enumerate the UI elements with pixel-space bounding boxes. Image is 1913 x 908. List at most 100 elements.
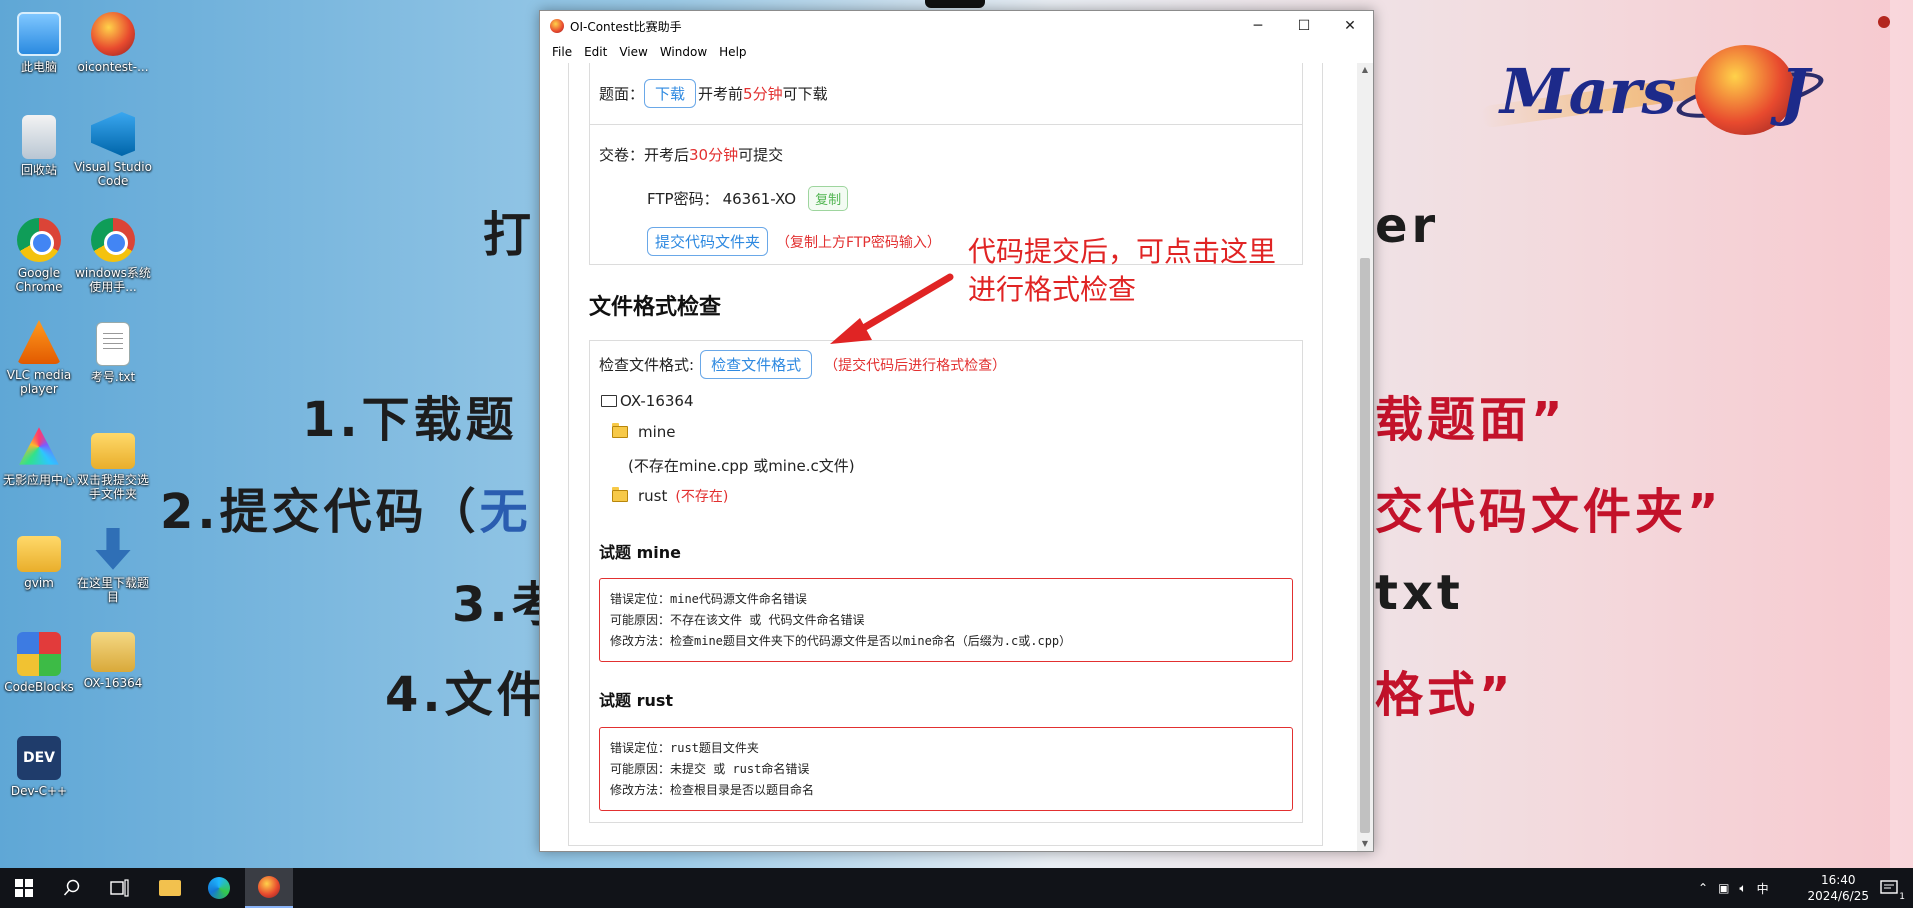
desktop-icon-recycle-bin[interactable]: 回收站 [0,115,78,177]
desktop-icon-label: Dev-C++ [10,784,68,798]
logo-text-j: J [1780,55,1810,128]
desktop-icon-vlc[interactable]: VLC media player [0,320,78,396]
slide-line1-right: er [1375,198,1440,254]
desktop-icon-exam-id-txt[interactable]: 考号.txt [74,322,152,384]
tree-item-mine[interactable]: mine [611,423,676,441]
network-icon[interactable]: ▣ [1718,881,1729,895]
scroll-up-arrow-icon[interactable]: ▲ [1357,63,1373,77]
chrome-icon [17,218,61,262]
codeblocks-icon [17,632,61,676]
folder-outline-icon [600,392,617,407]
scroll-down-arrow-icon[interactable]: ▼ [1357,837,1373,851]
notification-button[interactable]: 1 [1865,868,1913,908]
desktop-icon-download-problems[interactable]: 在这里下载题目 [74,528,152,604]
maximize-button[interactable]: ☐ [1281,11,1327,41]
desktop-icon-ox-folder[interactable]: OX-16364 [74,632,152,690]
window-controls: ─ ☐ ✕ [1235,11,1373,41]
menu-help[interactable]: Help [713,45,752,59]
slide-line4-right: txt [1375,565,1464,621]
download-row: 题面： 下载 开考前 5分钟 可下载 [599,79,828,108]
format-check-label: 检查文件格式: [599,356,695,374]
slide-line3-left: 2.提交代码（无 [160,484,532,540]
submit-folder-button[interactable]: 提交代码文件夹 [647,227,769,256]
folder-icon [611,423,628,438]
app-window: OI-Contest比赛助手 ─ ☐ ✕ File Edit View Wind… [539,10,1374,852]
task-view-button[interactable] [96,868,144,908]
vlc-icon [17,320,61,364]
slide-line2-right: 载题面” [1375,392,1567,448]
desktop-icon-submit-folder[interactable]: 双击我提交选手文件夹 [74,425,152,501]
desktop-icon-devcpp[interactable]: DEV Dev-C++ [0,736,78,798]
check-format-button[interactable]: 检查文件格式 [700,350,813,379]
annotation-line1: 代码提交后，可点击这里 [968,235,1277,268]
vertical-scrollbar[interactable]: ▲ ▼ [1357,63,1373,851]
desktop-icon-windows-manual[interactable]: windows系统使用手... [74,218,152,294]
minimize-button[interactable]: ─ [1235,11,1281,41]
desktop-icon-label: Google Chrome [15,266,63,294]
notification-count: 1 [1899,892,1905,902]
download-button[interactable]: 下载 [644,79,697,108]
download-text-before: 开考前 [698,85,744,103]
submit-folder-note: （复制上方FTP密码输入） [776,234,941,251]
desktop-icon-label: windows系统使用手... [75,266,151,294]
desktop-icon-label: OX-16364 [83,676,143,690]
desktop-icon-vscode[interactable]: Visual Studio Code [74,112,152,188]
desktop-icon-label: Visual Studio Code [74,160,152,188]
format-check-heading: 文件格式检查 [589,295,722,320]
taskbar-edge[interactable] [195,868,243,908]
desktop-icon-codeblocks[interactable]: CodeBlocks [0,632,78,694]
desktop-icon-chrome[interactable]: Google Chrome [0,218,78,294]
volume-icon[interactable]: 🔈︎ [1739,881,1746,896]
menu-edit[interactable]: Edit [578,45,613,59]
start-button[interactable] [0,868,48,908]
computer-icon [17,12,61,56]
scroll-thumb[interactable] [1360,258,1370,833]
desktop-icon-gvim[interactable]: gvim [0,528,78,590]
annotation-line2: 进行格式检查 [968,273,1137,306]
slide-line1-left: 打 [483,207,536,263]
tree-root[interactable]: OX-16364 [600,392,694,410]
desktop-icon-oicontest[interactable]: oicontest-... [74,12,152,74]
slide-line3-right: 交代码文件夹” [1375,484,1723,540]
system-tray: ⌃ ▣ 🔈︎ 中 [1698,868,1769,908]
download-text-after: 可下载 [782,85,828,103]
windows-logo-icon [15,879,33,897]
file-explorer-icon [159,880,181,896]
error-location: 错误定位：mine代码源文件命名错误 [610,592,807,606]
prism-icon [19,427,59,465]
submit-label: 交卷：开考后 [599,146,690,164]
annotation-text: 代码提交后，可点击这里 进行格式检查 [968,233,1276,309]
oicontest-icon [91,12,135,56]
search-button[interactable] [48,868,96,908]
error-fix: 修改方法：检查根目录是否以题目命名 [610,783,815,797]
error-cause: 可能原因：未提交 或 rust命名错误 [610,762,810,776]
divider [590,124,1302,125]
edge-icon [208,877,230,899]
close-button[interactable]: ✕ [1327,11,1373,41]
record-indicator [1878,16,1890,28]
format-check-row: 检查文件格式: 检查文件格式 （提交代码后进行格式检查） [599,350,1006,379]
clock[interactable]: 16:40 2024/6/25 [1807,872,1869,904]
download-label: 题面： [599,85,645,103]
problem-rust-error-box: 错误定位：rust题目文件夹 可能原因：未提交 或 rust命名错误 修改方法：… [599,727,1293,811]
folder-icon [17,536,61,572]
title-bar[interactable]: OI-Contest比赛助手 ─ ☐ ✕ [540,11,1373,41]
desktop-icon-app-center[interactable]: 无影应用中心 [0,425,78,487]
tree-item-mine-label: mine [638,423,676,441]
error-fix: 修改方法：检查mine题目文件夹下的代码源文件是否以mine命名（后缀为.c或.… [610,634,1072,648]
taskbar-oicontest[interactable] [245,868,293,908]
menu-window[interactable]: Window [654,45,713,59]
menu-file[interactable]: File [546,45,578,59]
copy-button[interactable]: 复制 [808,186,849,211]
problem-rust-title: 试题 rust [599,691,674,710]
ime-indicator[interactable]: 中 [1757,880,1769,897]
desktop-icon-this-pc[interactable]: 此电脑 [0,12,78,74]
chevron-up-icon[interactable]: ⌃ [1698,881,1708,895]
menu-view[interactable]: View [613,45,653,59]
submit-time-highlight: 30分钟 [689,146,739,164]
window-title: OI-Contest比赛助手 [570,19,682,34]
tree-item-rust[interactable]: rust (不存在) [611,486,728,506]
taskbar-file-explorer[interactable] [146,868,194,908]
desktop-icon-label: gvim [24,576,54,590]
ftp-row: FTP密码： 46361-XO 复制 [647,186,849,211]
